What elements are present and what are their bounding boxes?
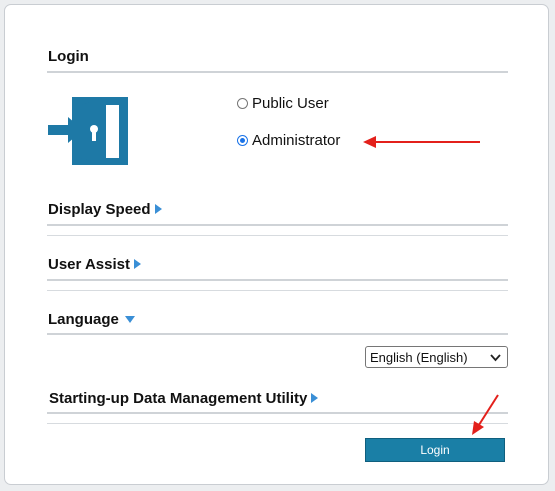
red-down-arrow-annotation	[472, 394, 499, 435]
chevron-down-icon	[490, 354, 501, 362]
login-button[interactable]: Login	[365, 438, 505, 462]
collapse-triangle-icon	[124, 316, 135, 323]
login-heading: Login	[48, 48, 89, 65]
startup-utility-label: Starting-up Data Management Utility	[49, 390, 308, 407]
language-select-value: English (English)	[370, 349, 468, 365]
language-label: Language	[48, 311, 119, 328]
display-speed-divider	[47, 224, 508, 226]
expand-triangle-icon	[311, 393, 319, 403]
expand-triangle-icon	[134, 259, 141, 269]
user-assist-divider-2	[47, 290, 508, 291]
user-assist-header[interactable]: User Assist	[48, 256, 141, 273]
radio-administrator[interactable]: Administrator	[237, 132, 340, 149]
user-assist-label: User Assist	[48, 256, 130, 273]
language-divider	[47, 333, 508, 335]
radio-public-user-label: Public User	[252, 95, 329, 112]
display-speed-divider-2	[47, 235, 508, 236]
radio-administrator-input[interactable]	[237, 135, 248, 146]
user-assist-divider	[47, 279, 508, 281]
startup-divider-2	[47, 423, 508, 424]
radio-public-user[interactable]: Public User	[237, 95, 329, 112]
startup-utility-header[interactable]: Starting-up Data Management Utility	[49, 390, 319, 407]
display-speed-header[interactable]: Display Speed	[48, 201, 162, 218]
login-door-icon	[48, 97, 128, 165]
red-left-arrow-annotation	[363, 136, 480, 148]
display-speed-label: Display Speed	[48, 201, 151, 218]
radio-administrator-label: Administrator	[252, 132, 341, 149]
expand-triangle-icon	[154, 204, 162, 214]
login-divider	[47, 71, 508, 73]
radio-public-user-input[interactable]	[237, 98, 248, 109]
language-header[interactable]: Language	[48, 311, 135, 328]
language-select[interactable]: English (English)	[365, 346, 508, 368]
startup-divider	[47, 412, 508, 414]
